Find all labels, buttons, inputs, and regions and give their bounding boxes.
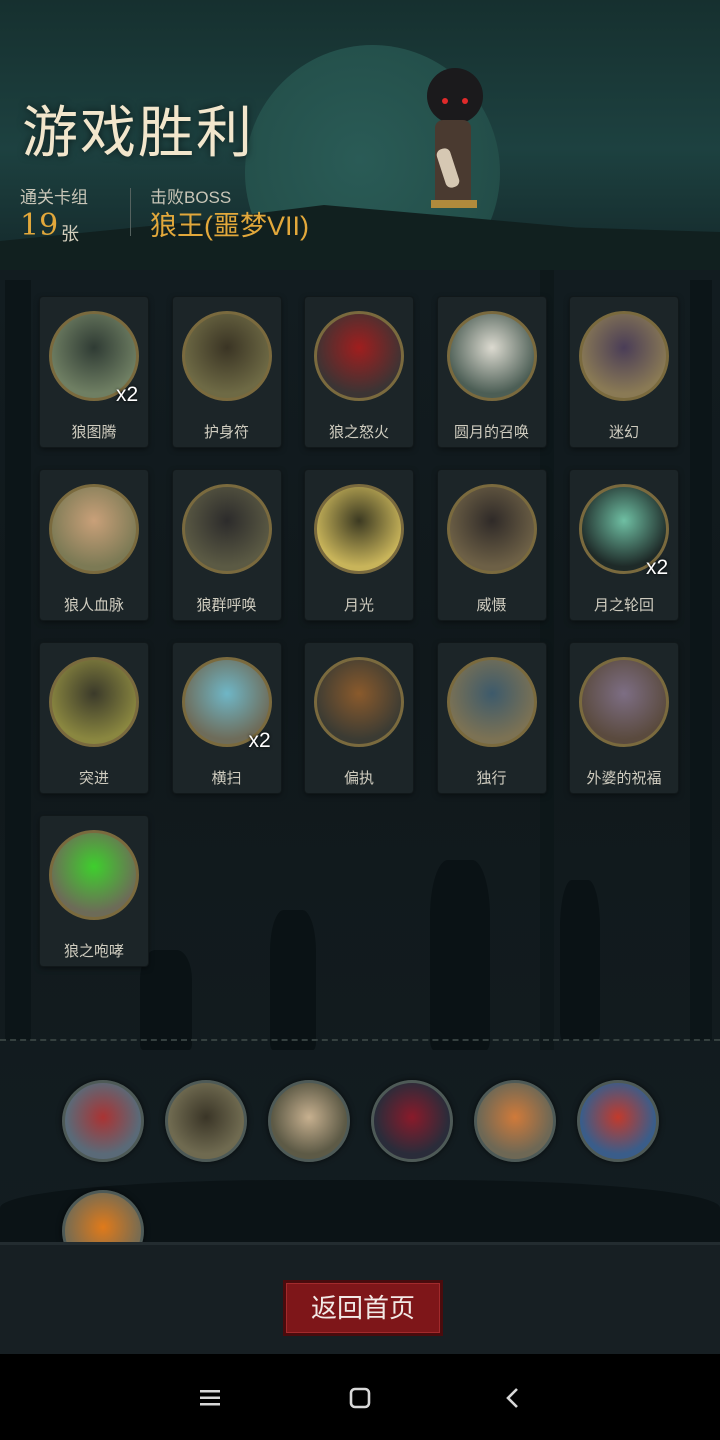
werewolf-relic-icon[interactable] <box>62 1080 144 1162</box>
character-belt <box>431 200 477 208</box>
rock-silhouette <box>270 910 316 1050</box>
red-book-relic-icon[interactable] <box>371 1080 453 1162</box>
card-label: 月光 <box>343 597 374 614</box>
moonlight-icon <box>314 484 404 574</box>
tree-trunk <box>5 280 31 1040</box>
card-count-badge: x2 <box>116 383 139 406</box>
card-item[interactable]: 月光 <box>305 470 413 620</box>
red-cape-relic-icon[interactable] <box>577 1080 659 1162</box>
paranoia-icon <box>314 657 404 747</box>
recent-apps-icon[interactable] <box>190 1378 230 1418</box>
card-item[interactable]: 狼人血脉 <box>40 470 148 620</box>
card-label: 狼人血脉 <box>63 597 124 614</box>
pirate-relic-icon[interactable] <box>474 1080 556 1162</box>
card-item[interactable]: 狼之咆哮 <box>40 816 148 966</box>
wolf-rage-icon <box>314 311 404 401</box>
card-item[interactable]: 圆月的召唤 <box>437 297 546 447</box>
home-icon[interactable] <box>340 1378 380 1418</box>
back-icon[interactable] <box>492 1378 532 1418</box>
full-moon-call-icon <box>446 311 537 401</box>
intimidate-icon <box>446 484 537 574</box>
card-label: 偏执 <box>343 770 374 787</box>
card-item[interactable]: 迷幻 <box>570 297 678 447</box>
lone-walk-icon <box>446 657 537 747</box>
card-item[interactable]: 月之轮回 x2 <box>570 470 678 620</box>
section-divider <box>0 1039 720 1041</box>
illusion-icon <box>579 311 669 401</box>
grandma-blessing-icon <box>579 657 669 747</box>
card-label: 迷幻 <box>608 424 639 441</box>
hero-character <box>415 60 495 225</box>
boss-name: 狼王(噩梦VII) <box>150 211 309 241</box>
werewolf-blood-icon <box>49 484 139 574</box>
hooded-elder-relic-icon[interactable] <box>268 1080 350 1162</box>
card-label: 狼之怒火 <box>328 424 389 441</box>
rock-silhouette <box>560 880 600 1040</box>
card-label: 狼图腾 <box>71 424 117 441</box>
card-label: 独行 <box>476 770 507 787</box>
rock-silhouette <box>140 950 192 1050</box>
card-label: 月之轮回 <box>593 597 654 614</box>
card-item[interactable]: 突进 <box>40 643 148 793</box>
pack-howl-icon <box>181 484 272 574</box>
card-label: 外婆的祝福 <box>586 770 662 787</box>
card-label: 威慑 <box>476 597 507 614</box>
card-item[interactable]: 狼群呼唤 <box>172 470 281 620</box>
statue-relic-icon[interactable] <box>165 1080 247 1162</box>
cards-count: 19 <box>20 208 59 243</box>
amulet-icon <box>181 311 272 401</box>
card-label: 狼之咆哮 <box>63 943 124 960</box>
header-divider <box>130 188 131 236</box>
card-count-badge: x2 <box>646 556 669 579</box>
character-eye <box>462 98 468 104</box>
dash-icon <box>49 657 139 747</box>
wolf-roar-icon <box>49 830 139 920</box>
card-count-badge: x2 <box>248 729 271 752</box>
card-label: 护身符 <box>203 424 249 441</box>
card-item[interactable]: 外婆的祝福 <box>570 643 678 793</box>
character-head <box>427 68 483 124</box>
card-label: 圆月的召唤 <box>453 424 529 441</box>
card-item[interactable]: 独行 <box>437 643 546 793</box>
card-label: 狼群呼唤 <box>196 597 257 614</box>
cards-unit: 张 <box>61 224 79 244</box>
rock-silhouette <box>430 860 490 1050</box>
victory-title: 游戏胜利 <box>22 101 254 166</box>
cards-label: 通关卡组 <box>20 188 88 207</box>
card-item[interactable]: 偏执 <box>305 643 413 793</box>
card-item[interactable]: 威慑 <box>437 470 546 620</box>
return-home-button[interactable]: 返回首页 <box>283 1280 443 1336</box>
character-eye <box>442 98 448 104</box>
card-item[interactable]: 横扫 x2 <box>172 643 281 793</box>
tree-trunk <box>690 280 712 1040</box>
card-item[interactable]: 护身符 <box>172 297 281 447</box>
card-item[interactable]: 狼图腾 x2 <box>40 297 148 447</box>
card-label: 横扫 <box>211 770 242 787</box>
card-item[interactable]: 狼之怒火 <box>305 297 413 447</box>
card-label: 突进 <box>78 770 109 787</box>
